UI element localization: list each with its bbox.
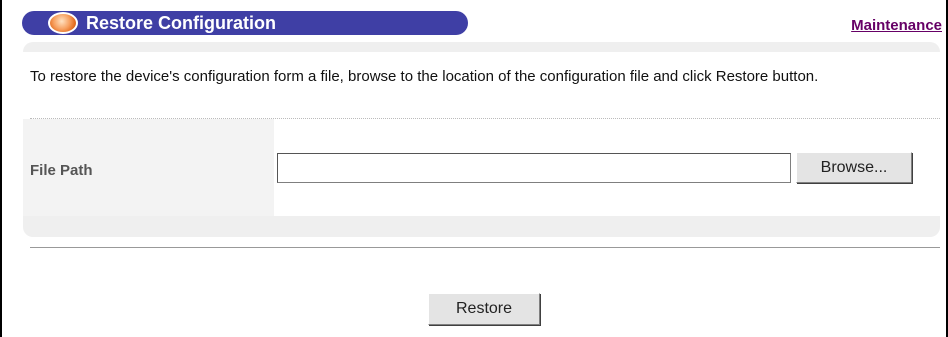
orange-orb-icon bbox=[48, 12, 78, 34]
maintenance-link[interactable]: Maintenance bbox=[851, 17, 942, 34]
instructions-text: To restore the device's configuration fo… bbox=[30, 68, 819, 85]
restore-button[interactable]: Restore bbox=[428, 293, 540, 325]
section-title: Restore Configuration bbox=[86, 13, 277, 33]
file-path-input[interactable] bbox=[277, 153, 791, 183]
browse-button[interactable]: Browse... bbox=[796, 152, 912, 183]
horizontal-divider bbox=[30, 247, 940, 248]
file-path-label: File Path bbox=[30, 162, 93, 179]
